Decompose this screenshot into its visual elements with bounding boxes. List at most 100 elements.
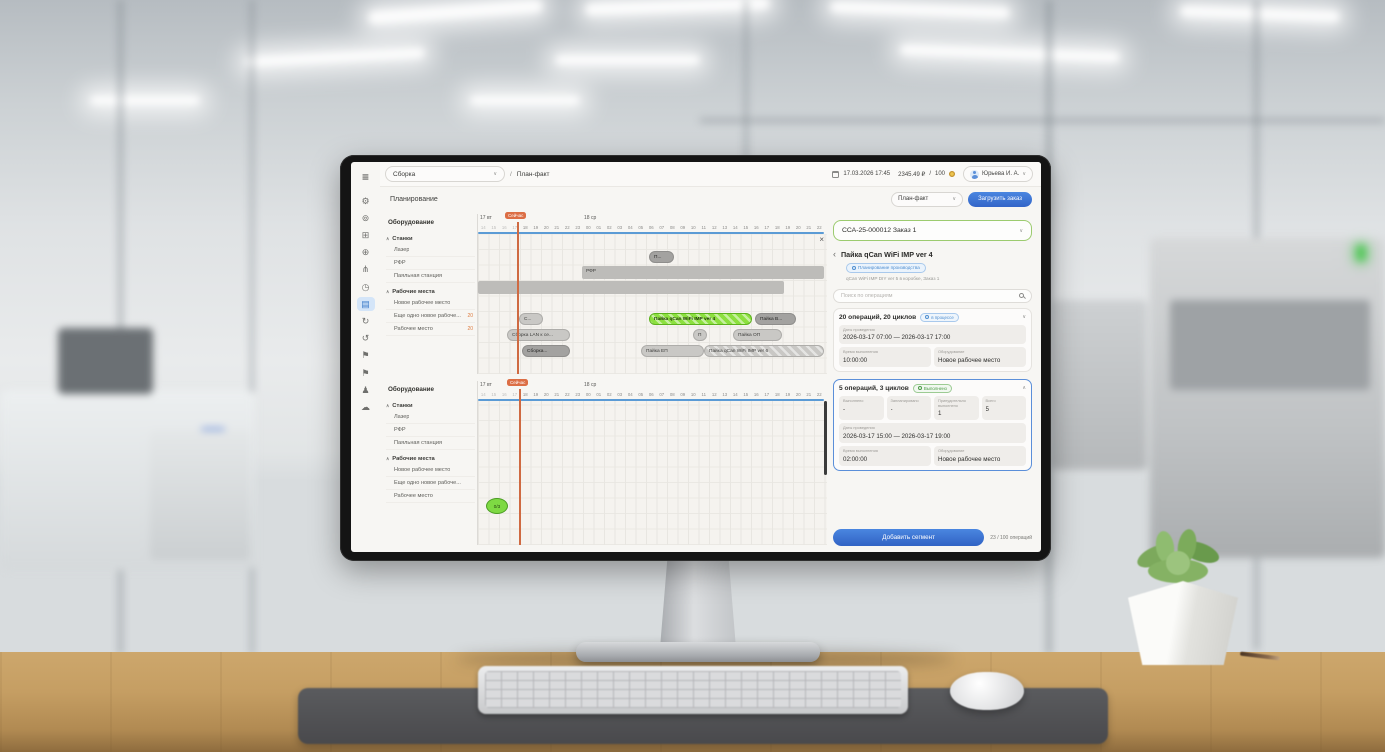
tree-item-label: Новое рабочее место bbox=[394, 467, 450, 473]
hour-tick: 20 bbox=[541, 390, 552, 399]
close-icon[interactable]: × bbox=[819, 236, 824, 244]
tree-item[interactable]: РФР bbox=[386, 257, 475, 270]
segment-card[interactable]: 20 операций, 20 цикловв процессе∨Даты пр… bbox=[833, 308, 1032, 372]
gantt-bar[interactable]: Пайка В... bbox=[755, 313, 796, 325]
hour-tick: 23 bbox=[573, 390, 584, 399]
day-label: 18 ср bbox=[584, 215, 596, 221]
ceiling-light bbox=[555, 55, 700, 65]
tree-item[interactable]: Еще одно новое рабоче... bbox=[386, 477, 475, 490]
stat-field: Принудительно выполнено1 bbox=[934, 396, 979, 420]
back-icon[interactable]: ‹ bbox=[833, 250, 836, 259]
ceiling-light bbox=[90, 96, 200, 105]
tree-item[interactable]: Рабочее место bbox=[386, 490, 475, 503]
tree-item[interactable]: Новое рабочее место bbox=[386, 297, 475, 310]
dates-field: Даты проведения2026-03-17 15:00 — 2026-0… bbox=[839, 423, 1026, 443]
user-icon[interactable]: ♟ bbox=[357, 383, 375, 397]
hour-tick: 13 bbox=[720, 390, 731, 399]
network-icon[interactable]: ⊕ bbox=[357, 246, 375, 260]
gantt-bar[interactable] bbox=[478, 281, 784, 294]
card-field-row: Время выполнения02:00:00ОборудованиеНово… bbox=[839, 446, 1026, 466]
equipment-tree-bottom: Оборудование∧СтанкиЛазерРФРПаяльная стан… bbox=[384, 381, 477, 545]
gantt-bar[interactable]: Пайка qCan WiFi IMP ver 6 bbox=[704, 345, 824, 357]
tree-item[interactable]: РФР bbox=[386, 424, 475, 437]
plan-document-icon[interactable]: ▤ bbox=[357, 297, 375, 311]
breadcrumb: План-факт bbox=[517, 171, 550, 178]
hour-tick: 14 bbox=[478, 223, 489, 232]
project-select-value: Сборка bbox=[393, 171, 415, 178]
badge-icon bbox=[925, 315, 929, 319]
gantt-bar[interactable]: Пайка ОП bbox=[733, 329, 782, 341]
tree-item[interactable]: Новое рабочее место bbox=[386, 464, 475, 477]
hour-tick: 21 bbox=[552, 390, 563, 399]
tree-item-label: Паяльная станция bbox=[394, 440, 442, 446]
ceiling-light bbox=[470, 96, 580, 105]
hierarchy-icon[interactable]: ⋔ bbox=[357, 263, 375, 277]
tree-item[interactable]: Лазер bbox=[386, 244, 475, 257]
tree-item[interactable]: Рабочее место20 bbox=[386, 323, 475, 336]
avatar bbox=[970, 170, 979, 179]
hour-tick: 14 bbox=[730, 223, 741, 232]
gantt-bar[interactable]: Пайка ЕП bbox=[641, 345, 704, 357]
settings-icon[interactable]: ⚙ bbox=[357, 194, 375, 208]
user-menu[interactable]: Юрьева И. А. ∨ bbox=[963, 166, 1033, 182]
vertical-scrollbar[interactable] bbox=[824, 401, 827, 475]
chevron-up-icon[interactable]: ∧ bbox=[1022, 385, 1026, 391]
tree-item[interactable]: Еще одно новое рабоче...20 bbox=[386, 310, 475, 323]
load-order-button[interactable]: Загрузить заказ bbox=[968, 192, 1032, 207]
stat-field: Выполнено- bbox=[839, 396, 884, 420]
tree-group-workplaces[interactable]: ∧Рабочие места bbox=[386, 289, 475, 295]
hour-tick: 09 bbox=[678, 390, 689, 399]
content: Оборудование∧СтанкиЛазерРФРПаяльная стан… bbox=[380, 211, 1041, 552]
search-input[interactable] bbox=[841, 293, 1019, 299]
field-label: Оборудование bbox=[938, 350, 1022, 355]
gantt-bar[interactable]: П... bbox=[649, 251, 674, 263]
history-icon[interactable]: ↻ bbox=[357, 315, 375, 329]
hour-tick: 21 bbox=[804, 390, 815, 399]
report-icon[interactable]: ⚑ bbox=[357, 349, 375, 363]
clock-icon[interactable]: ◷ bbox=[357, 280, 375, 294]
tree-header: Оборудование bbox=[388, 219, 475, 226]
gantt-bar[interactable]: 0/3 bbox=[486, 498, 508, 514]
tree-item[interactable]: Паяльная станция bbox=[386, 437, 475, 450]
undo-history-icon[interactable]: ↺ bbox=[357, 332, 375, 346]
tree-item[interactable]: Паяльная станция bbox=[386, 270, 475, 283]
chevron-up-icon: ∧ bbox=[386, 456, 389, 462]
plant-pot bbox=[1128, 581, 1238, 665]
cloud-icon[interactable]: ☁ bbox=[357, 400, 375, 414]
tree-group-machines[interactable]: ∧Станки bbox=[386, 403, 475, 409]
order-select[interactable]: ССА-25-000012 Заказ 1 ∨ bbox=[833, 220, 1032, 241]
tree-group-workplaces[interactable]: ∧Рабочие места bbox=[386, 456, 475, 462]
add-segment-button[interactable]: Добавить сегмент bbox=[833, 529, 984, 546]
report-alt-icon[interactable]: ⚑ bbox=[357, 366, 375, 380]
card-header: 5 операций, 3 цикловВыполнено∧ bbox=[839, 384, 1026, 393]
gantt-chart-top: 17 вт18 ср141516171819202122230001020304… bbox=[477, 214, 827, 374]
gantt-bar[interactable]: Сборка... bbox=[522, 345, 570, 357]
hour-tick: 08 bbox=[667, 390, 678, 399]
add-module-icon[interactable]: ⊞ bbox=[357, 229, 375, 243]
project-select[interactable]: Сборка ∨ bbox=[385, 166, 505, 182]
segment-card[interactable]: 5 операций, 3 цикловВыполнено∧ Выполнено-… bbox=[833, 379, 1032, 471]
gantt-bar[interactable]: РФР bbox=[582, 266, 824, 279]
hour-tick: 19 bbox=[531, 223, 542, 232]
operation-title: Пайка qCan WiFi IMP ver 4 bbox=[841, 250, 933, 259]
menu-icon[interactable]: ≡ bbox=[357, 170, 375, 184]
lab-equipment-left bbox=[150, 430, 250, 560]
operations-count-badge: 20 bbox=[467, 313, 473, 319]
chevron-up-icon: ∧ bbox=[386, 403, 389, 409]
chevron-down-icon: ∨ bbox=[1022, 171, 1026, 177]
field-value: 10:00:00 bbox=[843, 357, 927, 364]
equipment-field: ОборудованиеНовое рабочее место bbox=[934, 446, 1026, 466]
gantt-bar[interactable]: С... bbox=[519, 313, 543, 325]
view-mode-select[interactable]: План-факт ∨ bbox=[891, 192, 963, 207]
production-icon[interactable]: ⊚ bbox=[357, 211, 375, 225]
hour-tick: 12 bbox=[709, 223, 720, 232]
chevron-down-icon[interactable]: ∨ bbox=[1022, 314, 1026, 320]
hour-tick: 04 bbox=[625, 390, 636, 399]
gantt-bar[interactable]: П bbox=[693, 329, 707, 341]
chevron-down-icon: ∨ bbox=[1019, 228, 1023, 234]
tree-item[interactable]: Лазер bbox=[386, 411, 475, 424]
status-text: Планирование производства bbox=[858, 265, 920, 270]
tree-group-machines[interactable]: ∧Станки bbox=[386, 236, 475, 242]
gantt-bar[interactable]: Пайка qCan WiFi IMP ver 4 bbox=[649, 313, 752, 325]
hour-tick: 04 bbox=[625, 223, 636, 232]
